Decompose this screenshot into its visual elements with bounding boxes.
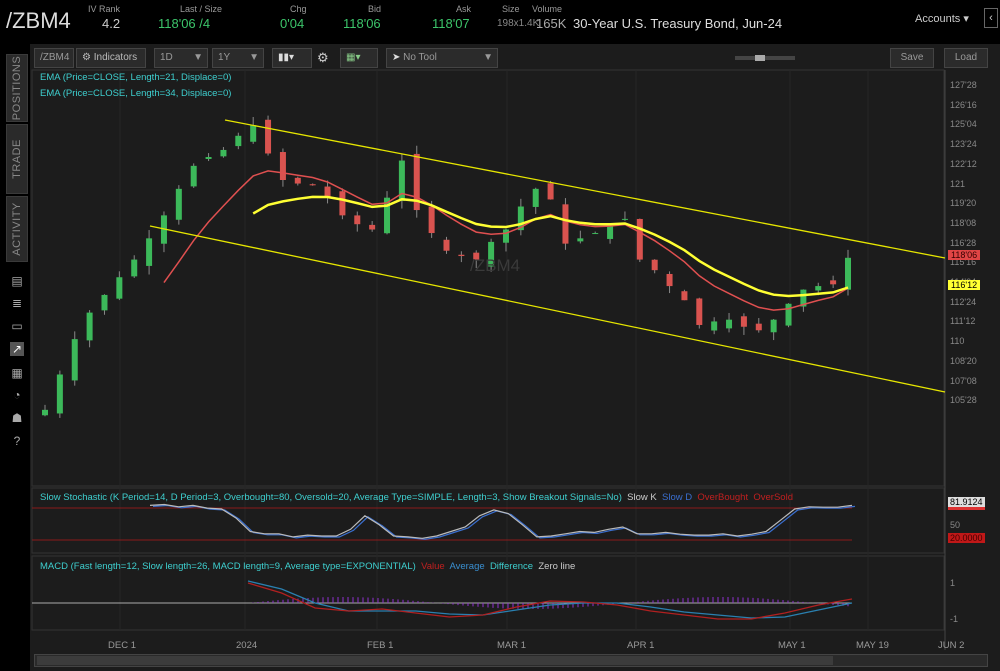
candle: [176, 189, 182, 220]
price-axis-label: 121: [950, 179, 965, 189]
price-axis-label: 118'08: [950, 218, 976, 228]
candle: [206, 157, 212, 159]
price-axis-label: 126'16: [950, 100, 977, 110]
candle: [42, 410, 48, 415]
legend-slow-k: Slow K: [627, 492, 657, 503]
legend-value: Value: [421, 561, 445, 572]
macd-axis-1: 1: [950, 578, 955, 588]
price-axis-label: 127'28: [950, 80, 977, 90]
candle: [339, 191, 345, 215]
macd-label[interactable]: MACD (Fast length=12, Slow length=26, MA…: [40, 561, 575, 572]
candle: [146, 238, 152, 266]
candle: [696, 298, 702, 325]
stochastic-title: Slow Stochastic (K Period=14, D Period=3…: [40, 492, 622, 503]
macd-title: MACD (Fast length=12, Slow length=26, MA…: [40, 561, 416, 572]
stochastic-label[interactable]: Slow Stochastic (K Period=14, D Period=3…: [40, 492, 793, 503]
candle: [354, 215, 360, 224]
legend-slow-d: Slow D: [662, 492, 692, 503]
candle: [592, 233, 598, 234]
candle: [458, 255, 464, 256]
candle: [548, 183, 554, 199]
candle: [116, 277, 122, 298]
candle: [310, 184, 316, 185]
candle: [771, 320, 777, 333]
candle: [815, 286, 821, 290]
candle: [667, 274, 673, 286]
candle: [191, 166, 197, 187]
price-axis-label: 110: [950, 336, 964, 346]
date-axis-label: MAY 1: [778, 640, 806, 651]
candle: [786, 304, 792, 326]
candle: [369, 225, 375, 230]
legend-difference: Difference: [490, 561, 533, 572]
candle: [57, 374, 63, 413]
legend-oversold: OverSold: [753, 492, 793, 503]
scrollbar-thumb[interactable]: [37, 656, 833, 665]
candle: [533, 189, 539, 207]
date-axis-label: MAR 1: [497, 640, 526, 651]
candle: [845, 258, 851, 290]
legend-zero-line: Zero line: [538, 561, 575, 572]
candle: [726, 320, 732, 329]
candle: [622, 219, 628, 220]
date-axis-label: MAY 19: [856, 640, 889, 651]
price-axis-label: 108'20: [950, 356, 977, 366]
candle: [444, 240, 450, 251]
candle: [280, 152, 286, 180]
price-pane: [32, 70, 944, 486]
candle: [220, 150, 226, 156]
ema-price-tag: 116'12: [948, 280, 980, 290]
candle: [681, 291, 687, 300]
candle: [562, 204, 568, 243]
candle: [503, 230, 509, 243]
candle: [101, 295, 107, 310]
price-axis-label: 125'04: [950, 119, 977, 129]
slow-k-tag: 81.9124: [948, 497, 985, 510]
stoch-axis-50: 50: [950, 520, 960, 530]
candle: [741, 316, 747, 326]
horizontal-scrollbar[interactable]: [34, 654, 988, 667]
oversold-tag: 20.0000: [948, 533, 985, 543]
candle: [295, 178, 301, 184]
ema21-label[interactable]: EMA (Price=CLOSE, Length=21, Displace=0): [40, 72, 231, 83]
candle: [429, 207, 435, 233]
price-axis-label: 111'12: [950, 316, 975, 326]
date-axis-label: FEB 1: [367, 640, 393, 651]
macd-axis-neg1: -1: [950, 614, 958, 624]
date-axis-label: DEC 1: [108, 640, 136, 651]
candle: [235, 136, 241, 146]
candle: [131, 260, 137, 277]
candle: [637, 219, 643, 260]
ema34-label[interactable]: EMA (Price=CLOSE, Length=34, Displace=0): [40, 88, 231, 99]
price-axis-label: 122'12: [950, 159, 977, 169]
price-axis-label: 107'08: [950, 376, 977, 386]
price-axis-label: 112'24: [950, 297, 976, 307]
candle: [652, 260, 658, 270]
symbol-watermark: /ZBM4: [470, 256, 520, 276]
price-axis-label: 119'20: [950, 198, 976, 208]
candle: [265, 120, 271, 154]
price-axis-label: 105'28: [950, 395, 977, 405]
candle: [72, 339, 78, 380]
candle: [830, 280, 836, 284]
legend-average: Average: [449, 561, 484, 572]
candle: [577, 238, 583, 241]
legend-overbought: OverBought: [697, 492, 748, 503]
candle: [87, 313, 93, 341]
candle: [250, 125, 256, 142]
date-axis-label: 2024: [236, 640, 257, 651]
last-price-tag: 118'06: [948, 250, 980, 260]
date-axis-label: APR 1: [627, 640, 654, 651]
candle: [756, 324, 762, 331]
candle: [711, 321, 717, 330]
price-axis-label: 116'28: [950, 238, 976, 248]
date-axis-label: JUN 2: [938, 640, 964, 651]
price-axis-label: 123'24: [950, 139, 977, 149]
